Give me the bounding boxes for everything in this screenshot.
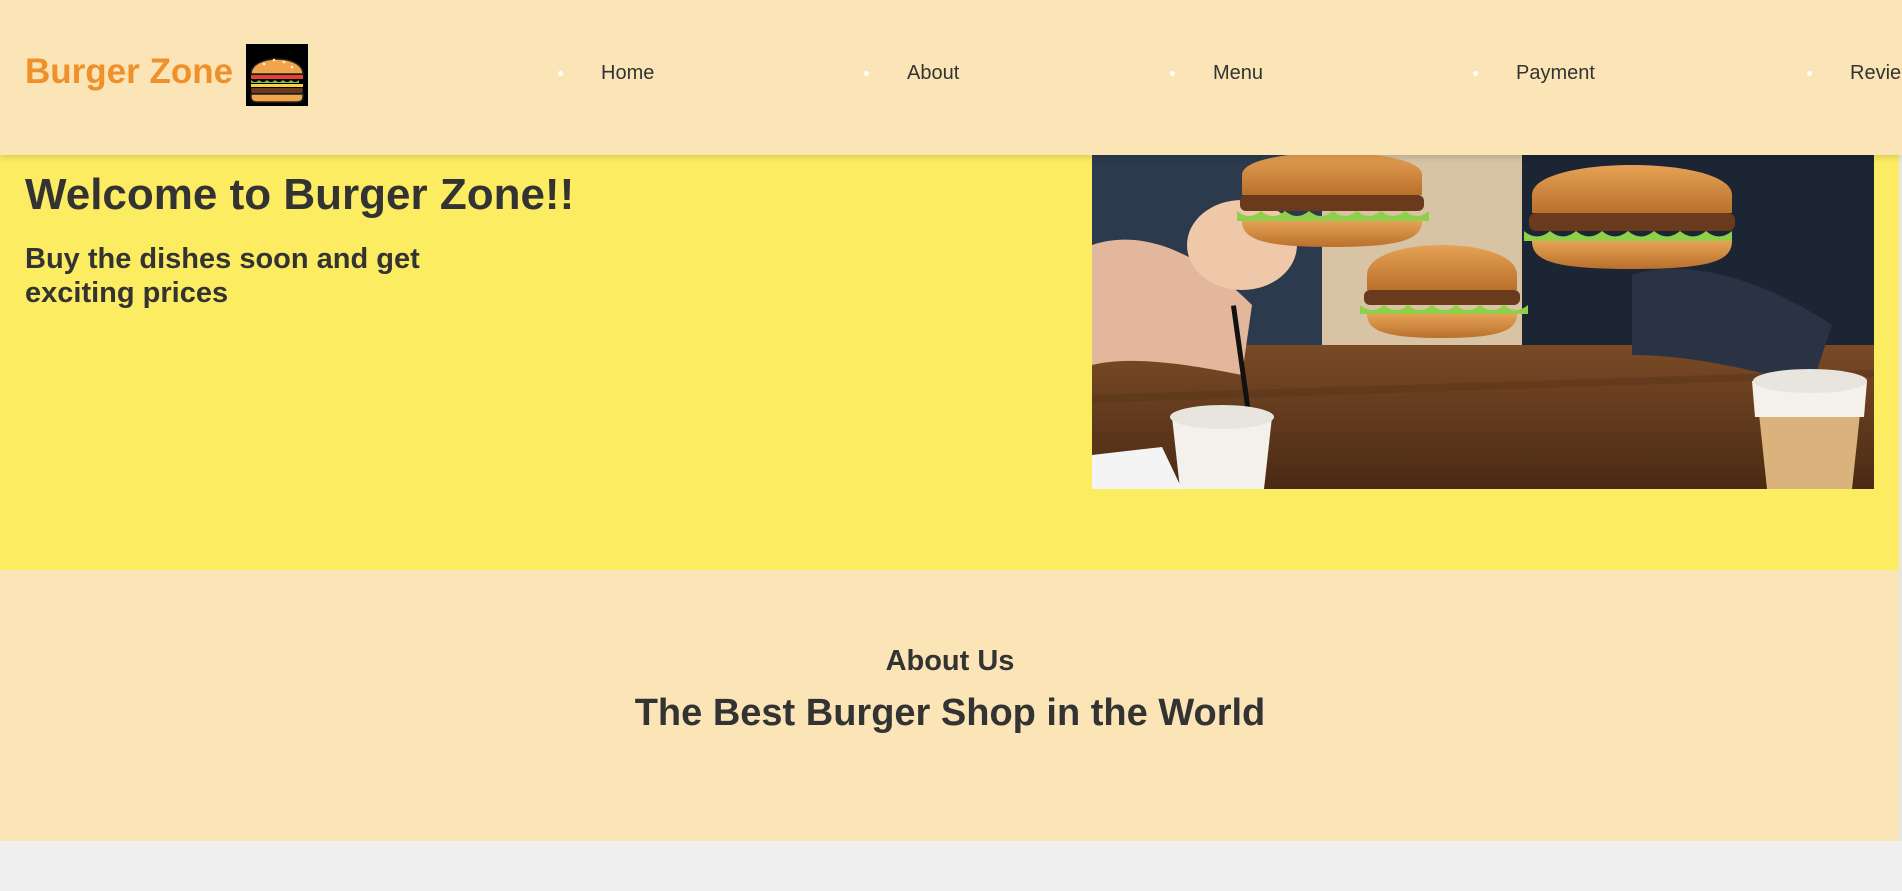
nav-about[interactable]: About — [864, 62, 959, 88]
nav-bullet — [1473, 71, 1478, 76]
nav-bullet — [558, 71, 563, 76]
about-label: About Us — [885, 645, 1015, 677]
nav-payment[interactable]: Payment — [1473, 62, 1595, 88]
nav-review-label[interactable]: Revie — [1850, 62, 1901, 84]
nav-menu-label[interactable]: Menu — [1213, 62, 1263, 84]
brand-name[interactable]: Burger Zone — [25, 54, 233, 89]
nav-payment-label[interactable]: Payment — [1516, 62, 1595, 84]
hero-subtitle: Buy the dishes soon and get exciting pri… — [25, 243, 420, 310]
page: Burger Zone Home About Menu Payment Revi… — [0, 0, 1902, 891]
nav-bullet — [1170, 71, 1175, 76]
about-title: The Best Burger Shop in the World — [634, 692, 1266, 734]
about-section: About Us The Best Burger Shop in the Wor… — [0, 570, 1900, 841]
nav-menu[interactable]: Menu — [1170, 62, 1263, 88]
hero-section: Welcome to Burger Zone!! Buy the dishes … — [0, 155, 1902, 570]
site-header: Burger Zone Home About Menu Payment Revi… — [0, 0, 1902, 155]
nav-review[interactable]: Revie — [1807, 62, 1901, 88]
nav-bullet — [1807, 71, 1812, 76]
nav-about-label[interactable]: About — [907, 62, 959, 84]
hero-title: Welcome to Burger Zone!! — [25, 170, 575, 219]
nav-home-label[interactable]: Home — [601, 62, 654, 84]
burger-icon[interactable] — [246, 44, 308, 106]
burgers-photo — [1092, 155, 1874, 489]
nav-bullet — [864, 71, 869, 76]
nav-home[interactable]: Home — [558, 62, 654, 88]
